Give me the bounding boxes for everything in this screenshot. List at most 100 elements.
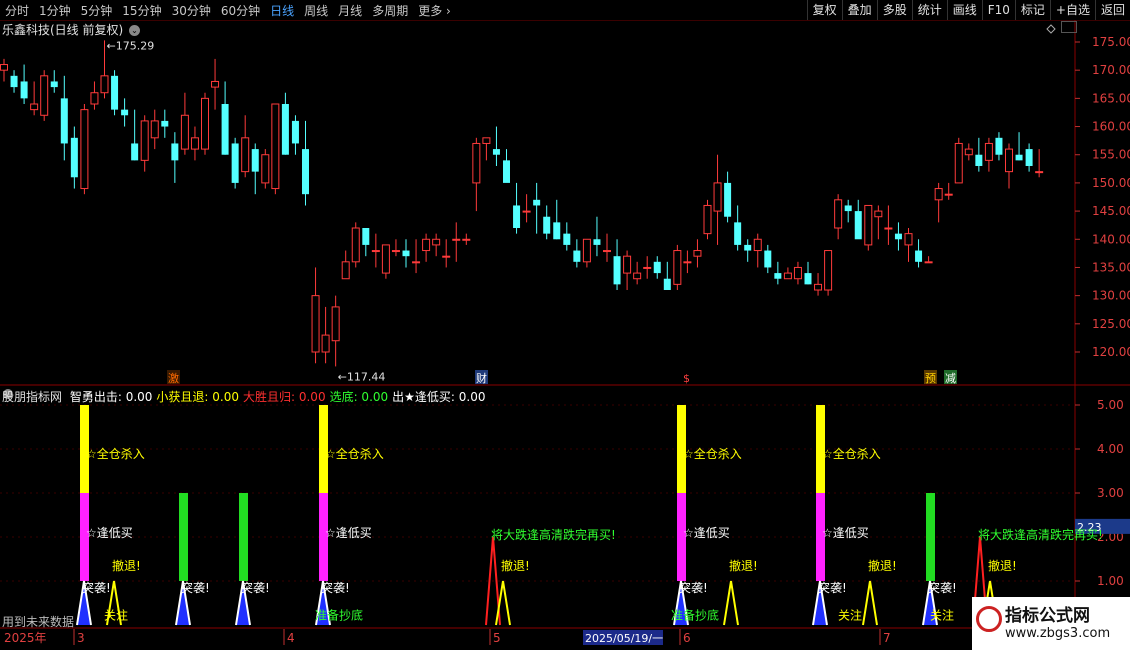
indicator-name: 股朋指标网 bbox=[2, 390, 63, 404]
month-label-1: 4 bbox=[287, 631, 295, 645]
svg-text:撤退!: 撤退! bbox=[729, 558, 758, 573]
candle bbox=[713, 154, 722, 245]
candle bbox=[291, 115, 299, 155]
candle bbox=[251, 143, 259, 195]
svg-text:突袭!: 突袭! bbox=[241, 580, 270, 595]
month-label-2: 5 bbox=[493, 631, 501, 645]
svg-text:突袭!: 突袭! bbox=[181, 580, 210, 595]
candle bbox=[573, 239, 581, 268]
indicator-event-7: 突袭! 关注 bbox=[922, 493, 957, 626]
candle bbox=[854, 199, 862, 240]
svg-text:突袭!: 突袭! bbox=[679, 580, 708, 595]
candle bbox=[563, 222, 571, 251]
svg-text:☆全仓杀入: ☆全仓杀入 bbox=[325, 446, 384, 461]
candle bbox=[90, 81, 99, 110]
event-marker-0: 激 bbox=[167, 370, 180, 385]
candle bbox=[391, 239, 400, 257]
ind-label-1: 4.00 bbox=[1097, 442, 1124, 456]
ind-label-2: 3.00 bbox=[1097, 486, 1124, 500]
svg-text:☆逢低买: ☆逢低买 bbox=[86, 526, 133, 540]
event-markers: 激 财 $ 预减 bbox=[167, 370, 957, 385]
low-price-label: ←117.44 bbox=[338, 370, 386, 383]
diamond-icon bbox=[1046, 24, 1056, 34]
candle bbox=[161, 109, 169, 138]
candle bbox=[834, 194, 843, 240]
candle bbox=[774, 261, 782, 285]
svg-text:关注: 关注 bbox=[838, 608, 862, 623]
candle bbox=[724, 171, 732, 223]
indicator-bars: ☆全仓杀入☆逢低买突袭!撤退!关注突袭! 突袭!☆全仓杀入☆逢低买突袭!准备抄底撤… bbox=[76, 405, 1103, 626]
kline-chart[interactable]: 175.00 170.00 165.00 160.00 155.00 150.00 145.… bbox=[0, 0, 1130, 650]
svg-text:☆逢低买: ☆逢低买 bbox=[683, 526, 730, 540]
candle bbox=[864, 204, 873, 251]
indicator-item-3: 选底: 0.00 bbox=[329, 390, 389, 404]
candle bbox=[814, 273, 823, 296]
candle bbox=[432, 233, 441, 257]
candle bbox=[472, 137, 481, 212]
candle bbox=[1015, 132, 1023, 161]
candle bbox=[211, 58, 220, 110]
watermark-logo-icon bbox=[976, 606, 1002, 632]
indicator-item-4: 出★逢低买: 0.00 bbox=[392, 390, 486, 404]
candle bbox=[884, 205, 893, 245]
candle bbox=[975, 137, 983, 172]
candle bbox=[412, 239, 421, 274]
svg-text:将大跌逢高清跌完再买!: 将大跌逢高清跌完再买! bbox=[978, 527, 1103, 542]
candle bbox=[924, 256, 933, 264]
candle bbox=[331, 295, 340, 367]
svg-text:☆全仓杀入: ☆全仓杀入 bbox=[822, 446, 881, 461]
indicator-event-6: ☆全仓杀入 ☆逢低买突袭! 撤退! 关注 bbox=[812, 405, 897, 626]
indicator-event-0: ☆全仓杀入 ☆逢低买突袭!撤退! 关注 bbox=[76, 405, 145, 626]
candle bbox=[201, 92, 209, 155]
price-label-8: 135.00 bbox=[1092, 260, 1130, 274]
candle bbox=[553, 199, 561, 240]
candle bbox=[190, 126, 199, 161]
svg-text:☆全仓杀入: ☆全仓杀入 bbox=[86, 446, 145, 461]
indicator-event-4: 撤退! 将大跌逢高清跌完再买! bbox=[485, 527, 616, 626]
candle bbox=[543, 205, 551, 240]
chart-scroll-handle[interactable] bbox=[1061, 21, 1077, 33]
candle bbox=[915, 239, 923, 268]
high-price-label: ←175.29 bbox=[107, 39, 155, 52]
svg-text:撤退!: 撤退! bbox=[501, 558, 530, 573]
candle bbox=[140, 115, 149, 172]
candle bbox=[462, 233, 471, 245]
candle bbox=[954, 137, 963, 184]
candle bbox=[673, 244, 682, 290]
candle bbox=[703, 199, 712, 240]
candle bbox=[40, 70, 49, 121]
svg-text:突袭!: 突袭! bbox=[321, 580, 350, 595]
svg-text:突袭!: 突袭! bbox=[928, 580, 957, 595]
ind-label-0: 5.00 bbox=[1097, 398, 1124, 412]
svg-text:撤退!: 撤退! bbox=[868, 558, 897, 573]
cursor-date-label: 2025/05/19/一 bbox=[585, 632, 663, 645]
candle bbox=[804, 261, 812, 285]
svg-text:撤退!: 撤退! bbox=[988, 558, 1017, 573]
svg-text:突袭!: 突袭! bbox=[818, 580, 847, 595]
svg-text:关注: 关注 bbox=[930, 608, 954, 623]
time-axis: 2025年 3 4 5 6 7 2025/05/19/一 bbox=[4, 629, 891, 645]
candle bbox=[0, 58, 8, 82]
price-label-1: 170.00 bbox=[1092, 63, 1130, 77]
candle bbox=[734, 205, 742, 251]
candle bbox=[643, 256, 652, 279]
candle bbox=[844, 199, 852, 223]
candle bbox=[753, 233, 762, 268]
event-marker-3: 预 bbox=[924, 370, 937, 385]
price-label-6: 145.00 bbox=[1092, 204, 1130, 218]
indicator-event-2: 突袭! bbox=[235, 493, 270, 626]
candle bbox=[533, 182, 541, 234]
price-label-7: 140.00 bbox=[1092, 232, 1130, 246]
svg-text:减: 减 bbox=[945, 372, 956, 385]
candle bbox=[371, 233, 380, 268]
candle bbox=[10, 70, 18, 93]
candle bbox=[442, 239, 451, 268]
candle bbox=[824, 250, 833, 296]
candle bbox=[513, 182, 521, 234]
candle bbox=[934, 182, 943, 223]
svg-text:将大跌逢高清跌完再买!: 将大跌逢高清跌完再买! bbox=[491, 527, 616, 542]
event-marker-1: 财 bbox=[475, 370, 488, 385]
month-label-4: 7 bbox=[883, 631, 891, 645]
event-marker-2: $ bbox=[682, 370, 695, 385]
candle bbox=[894, 222, 902, 251]
